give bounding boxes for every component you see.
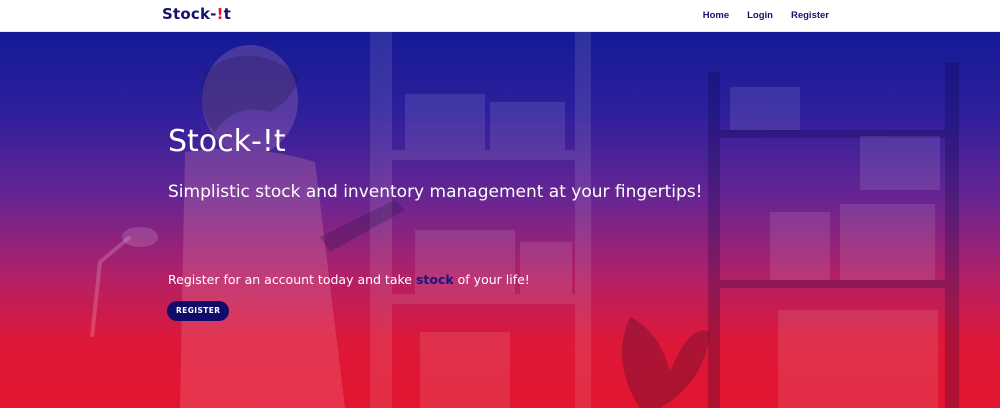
nav-link-login[interactable]: Login xyxy=(747,10,773,21)
cta-text-before: Register for an account today and take xyxy=(168,272,416,287)
nav-links: Home Login Register xyxy=(703,10,829,21)
hero-background-photo xyxy=(90,32,959,408)
navbar: Stock-!t Home Login Register xyxy=(0,0,1000,32)
cta-highlight-stock: stock xyxy=(415,272,454,287)
brand-name-bang: ! xyxy=(216,5,224,23)
hero-title: Stock-!t xyxy=(168,124,286,159)
brand-name-start: Stock- xyxy=(162,5,217,23)
nav-link-register[interactable]: Register xyxy=(791,10,829,21)
hero-section: Stock-!t Simplistic stock and inventory … xyxy=(0,32,1000,408)
brand-name-end: t xyxy=(223,5,231,23)
brand-logo[interactable]: Stock-!t xyxy=(162,5,231,23)
hero-subtitle: Simplistic stock and inventory managemen… xyxy=(168,182,703,202)
hero-call-to-action: Register for an account today and take s… xyxy=(168,272,530,287)
register-button[interactable]: REGISTER xyxy=(167,301,230,321)
cta-text-after: of your life! xyxy=(453,272,530,287)
nav-link-home[interactable]: Home xyxy=(703,10,729,21)
